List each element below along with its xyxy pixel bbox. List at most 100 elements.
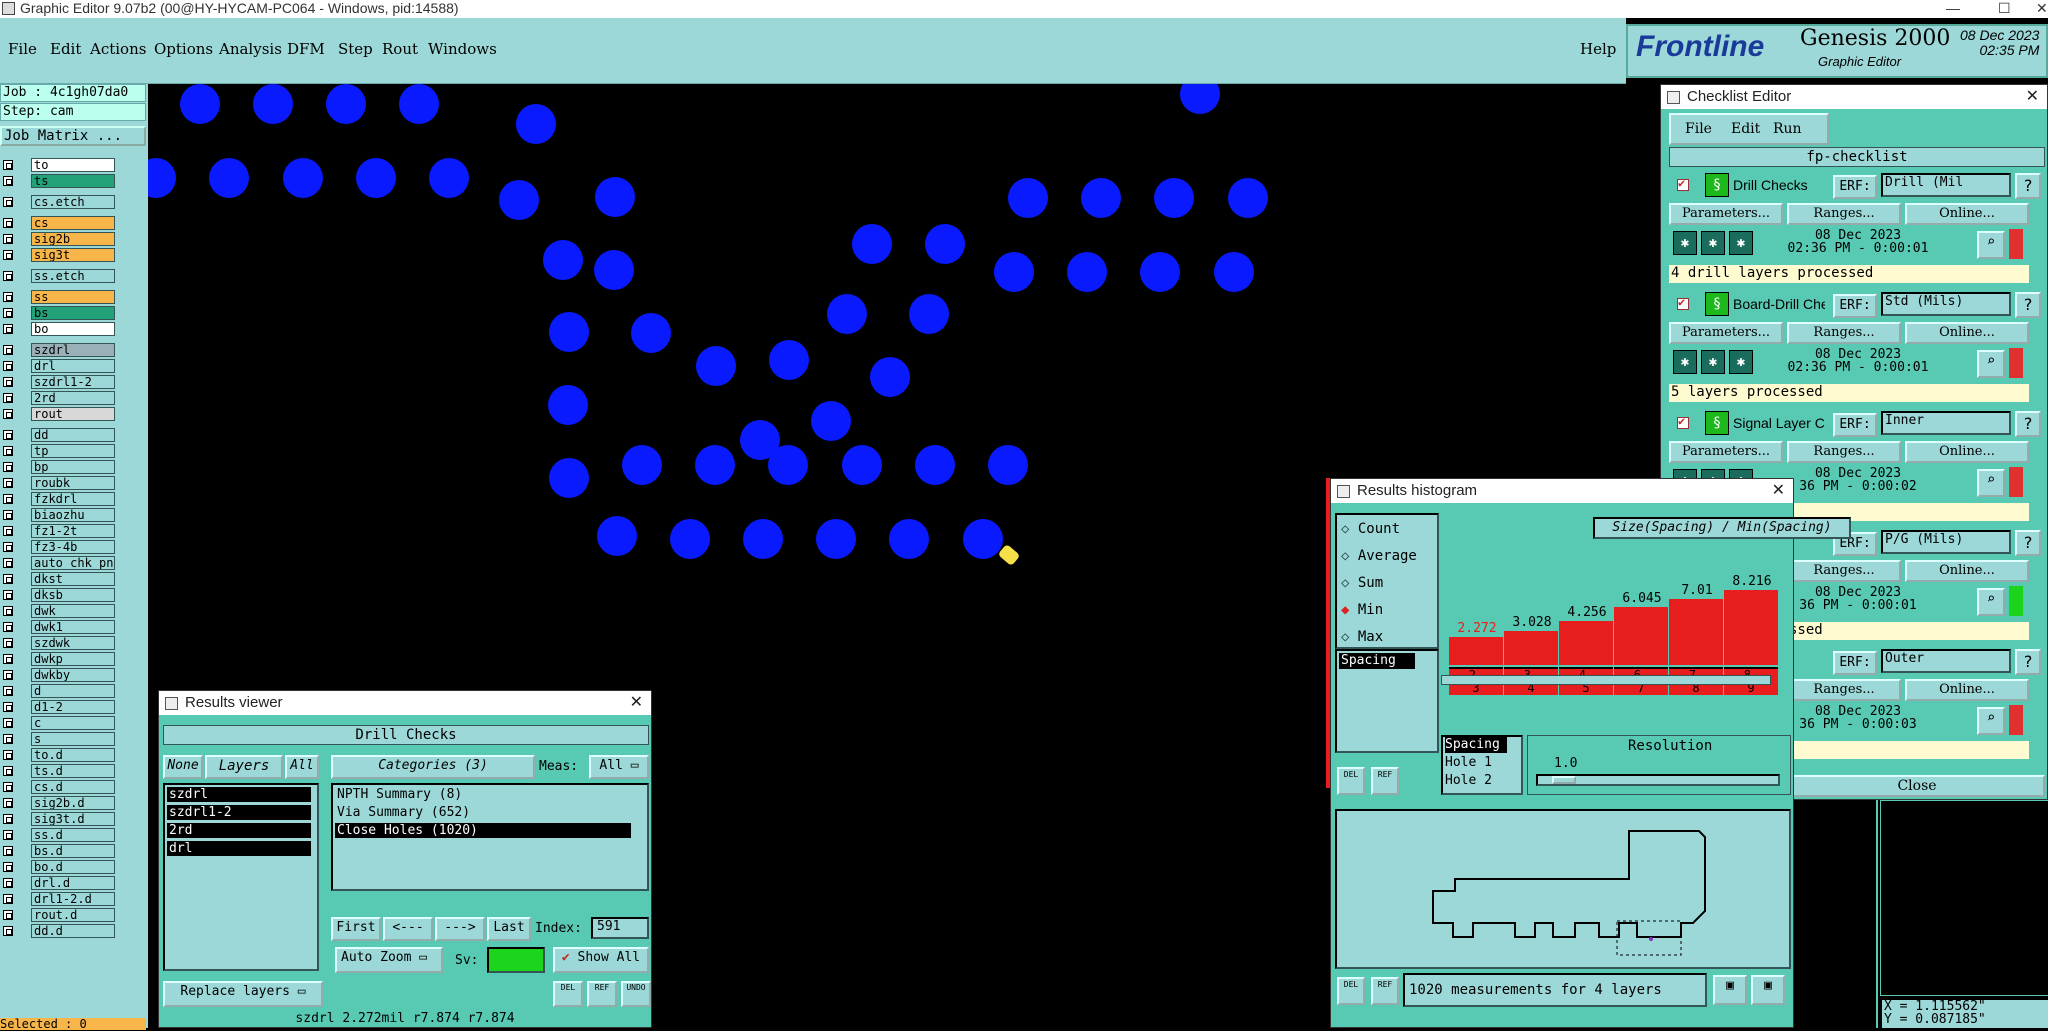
layer-row-d[interactable]: d	[0, 684, 120, 699]
online-button[interactable]: Online...	[1905, 441, 2029, 463]
menu-file[interactable]: File	[8, 40, 37, 58]
preview-ref-button[interactable]: REF	[1371, 977, 1399, 1005]
close-icon[interactable]: ✕	[2026, 85, 2039, 109]
layer-name[interactable]: sig3t.d	[31, 812, 115, 826]
layer-result-item[interactable]: szdrl	[167, 787, 311, 802]
histogram-bar[interactable]	[1614, 607, 1668, 665]
erf-input[interactable]: Outer	[1881, 649, 2011, 673]
zoom-icon[interactable]: ⌕	[1977, 231, 2005, 259]
layer-checkbox[interactable]	[3, 526, 13, 536]
layer-name[interactable]: auto_chk_pn	[31, 556, 115, 570]
layer-name[interactable]: sig2b.d	[31, 796, 115, 810]
show-all-toggle[interactable]: ✔ Show All	[553, 947, 649, 973]
layer-row-d1-2[interactable]: d1-2	[0, 700, 120, 715]
maximize-icon[interactable]: ☐	[1998, 0, 2011, 17]
ref-button[interactable]: REF	[587, 981, 617, 1007]
all-button[interactable]: All	[285, 755, 319, 779]
layer-row-ss[interactable]: ss	[0, 290, 120, 305]
layer-checkbox[interactable]	[3, 292, 13, 302]
layer-name[interactable]: szdwk	[31, 636, 115, 650]
next-button[interactable]: --->	[435, 917, 485, 941]
layer-checkbox[interactable]	[3, 734, 13, 744]
layer-name[interactable]: to.d	[31, 748, 115, 762]
menu-help[interactable]: Help	[1580, 40, 1616, 58]
layer-checkbox[interactable]	[3, 361, 13, 371]
menu-step[interactable]: Step	[338, 40, 373, 58]
ranges-button[interactable]: Ranges...	[1787, 441, 1901, 463]
layer-checkbox[interactable]	[3, 377, 13, 387]
layer-checkbox[interactable]	[3, 814, 13, 824]
layer-row-to.d[interactable]: to.d	[0, 748, 120, 763]
del-button[interactable]: DEL	[1337, 767, 1365, 795]
layer-name[interactable]: roubk	[31, 476, 115, 490]
ranges-button[interactable]: Ranges...	[1787, 560, 1901, 582]
help-icon[interactable]: ?	[2015, 411, 2041, 437]
layer-row-fz1-2t[interactable]: fz1-2t	[0, 524, 120, 539]
layer-row-dwkby[interactable]: dwkby	[0, 668, 120, 683]
layer-checkbox[interactable]	[3, 638, 13, 648]
layer-row-dwk1[interactable]: dwk1	[0, 620, 120, 635]
category-item[interactable]: Close Holes (1020)	[335, 823, 631, 838]
layer-row-fzkdrl[interactable]: fzkdrl	[0, 492, 120, 507]
option-average[interactable]: ◇ Average	[1341, 548, 1417, 564]
layer-row-cs.etch[interactable]: cs.etch	[0, 195, 120, 210]
menu-windows[interactable]: Windows	[428, 40, 497, 58]
last-button[interactable]: Last	[487, 917, 531, 941]
layer-checkbox[interactable]	[3, 324, 13, 334]
layer-name[interactable]: cs.d	[31, 780, 115, 794]
resolution-slider-handle[interactable]	[1552, 776, 1576, 784]
xaxis-item-hole2[interactable]: Hole 2	[1445, 773, 1492, 788]
layer-checkbox[interactable]	[3, 798, 13, 808]
layer-result-item[interactable]: szdrl1-2	[167, 805, 311, 820]
parameters-button[interactable]: Parameters...	[1669, 441, 1783, 463]
layer-checkbox[interactable]	[3, 926, 13, 936]
layer-checkbox[interactable]	[3, 894, 13, 904]
layer-row-rout.d[interactable]: rout.d	[0, 908, 120, 923]
layer-checkbox[interactable]	[3, 218, 13, 228]
layer-row-2rd[interactable]: 2rd	[0, 391, 120, 406]
layer-row-dksb[interactable]: dksb	[0, 588, 120, 603]
layer-row-rout[interactable]: rout	[0, 407, 120, 422]
action-name[interactable]: Signal Layer Ch	[1733, 415, 1825, 431]
layer-checkbox[interactable]	[3, 590, 13, 600]
categories-header[interactable]: Categories (3)	[331, 755, 535, 779]
erf-input[interactable]: Inner	[1881, 411, 2011, 435]
layer-row-dd[interactable]: dd	[0, 428, 120, 443]
layer-row-ss.d[interactable]: ss.d	[0, 828, 120, 843]
layer-result-item[interactable]: drl	[167, 841, 311, 856]
histogram-bar[interactable]	[1504, 631, 1558, 665]
layer-checkbox[interactable]	[3, 462, 13, 472]
option-count[interactable]: ◇ Count	[1341, 521, 1400, 537]
layer-row-roubk[interactable]: roubk	[0, 476, 120, 491]
run-icon[interactable]: ✱	[1729, 350, 1753, 374]
zoom-icon[interactable]: ⌕	[1977, 588, 2005, 616]
layer-checkbox[interactable]	[3, 234, 13, 244]
erf-input[interactable]: Drill (Mil	[1881, 173, 2011, 197]
layer-checkbox[interactable]	[3, 494, 13, 504]
run-icon[interactable]: ✱	[1729, 231, 1753, 255]
layer-row-sig3t[interactable]: sig3t	[0, 248, 120, 263]
auto-zoom-dropdown[interactable]: Auto Zoom ▭	[335, 947, 443, 973]
layer-name[interactable]: sig3t	[31, 248, 115, 262]
option-max[interactable]: ◇ Max	[1341, 629, 1383, 645]
layer-name[interactable]: dwkby	[31, 668, 115, 682]
layer-row-szdrl1-2[interactable]: szdrl1-2	[0, 375, 120, 390]
layer-checkbox[interactable]	[3, 510, 13, 520]
layer-row-biaozhu[interactable]: biaozhu	[0, 508, 120, 523]
layer-checkbox[interactable]	[3, 670, 13, 680]
del-button[interactable]: DEL	[553, 981, 583, 1007]
layer-name[interactable]: dwk	[31, 604, 115, 618]
menu-actions[interactable]: Actions	[90, 40, 146, 58]
layer-name[interactable]: szdrl	[31, 343, 115, 357]
layer-checkbox[interactable]	[3, 654, 13, 664]
erf-input[interactable]: P/G (Mils)	[1881, 530, 2011, 554]
online-button[interactable]: Online...	[1905, 560, 2029, 582]
layer-row-bo[interactable]: bo	[0, 322, 120, 337]
layer-name[interactable]: dkst	[31, 572, 115, 586]
meas-dropdown[interactable]: All ▭	[589, 755, 649, 779]
online-button[interactable]: Online...	[1905, 322, 2029, 344]
layer-name[interactable]: dwkp	[31, 652, 115, 666]
radio-icon[interactable]: ◇	[1341, 629, 1358, 645]
layer-row-bo.d[interactable]: bo.d	[0, 860, 120, 875]
close-icon[interactable]: ✕	[1772, 479, 1785, 503]
